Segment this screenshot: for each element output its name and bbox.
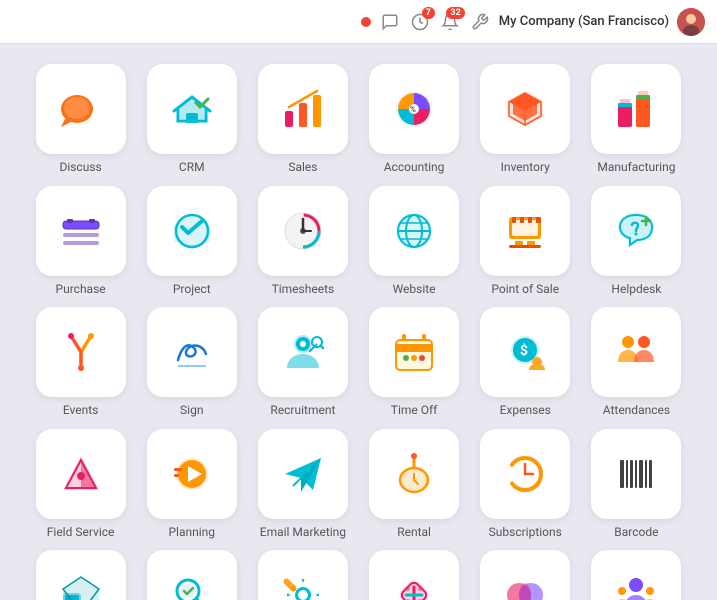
app-inventory-label: Inventory [501,160,550,176]
app-attendances-label: Attendances [603,403,670,419]
app-events[interactable]: Events [30,307,131,419]
app-expenses[interactable]: $ Expenses [475,307,576,419]
app-shopfloor[interactable]: Shop Floor [30,550,131,600]
app-fieldservice[interactable]: Field Service [30,429,131,541]
app-pos-label: Point of Sale [491,282,559,298]
app-timeoff-label: Time Off [391,403,438,419]
status-dot [361,17,371,27]
app-barcode-label: Barcode [614,525,658,541]
app-emailmarketing-label: Email Marketing [260,525,346,541]
app-subscriptions-label: Subscriptions [489,525,562,541]
app-pos[interactable]: Point of Sale [475,186,576,298]
app-inventory[interactable]: Inventory [475,64,576,176]
svg-text:%: % [410,105,416,114]
app-manufacturing-label: Manufacturing [597,160,675,176]
app-crm-label: CRM [179,160,205,176]
app-recruitment-label: Recruitment [270,403,335,419]
app-employees[interactable]: Employees [586,550,687,600]
app-purchase-label: Purchase [56,282,106,298]
app-sign[interactable]: Sign [141,307,242,419]
app-helpdesk[interactable]: Helpdesk [586,186,687,298]
app-timesheets-label: Timesheets [272,282,335,298]
company-name[interactable]: My Company (San Francisco) [499,14,669,29]
app-quality[interactable]: Quality [141,550,242,600]
user-avatar[interactable] [677,8,705,36]
app-accounting[interactable]: % Accounting [363,64,464,176]
apps-grid: Discuss CRM Sales [0,44,717,600]
app-project-label: Project [173,282,211,298]
app-timeoff[interactable]: Time Off [363,307,464,419]
svg-text:$: $ [520,342,528,359]
app-plm[interactable]: PLM [475,550,576,600]
app-project[interactable]: Project [141,186,242,298]
app-repairs[interactable]: Repairs [363,550,464,600]
app-attendances[interactable]: Attendances [586,307,687,419]
app-sales-label: Sales [288,160,317,176]
app-crm[interactable]: CRM [141,64,242,176]
chat-icon[interactable] [379,11,401,33]
app-events-label: Events [63,403,99,419]
app-barcode[interactable]: Barcode [586,429,687,541]
settings-icon[interactable] [469,11,491,33]
app-helpdesk-label: Helpdesk [611,282,661,298]
app-sales[interactable]: Sales [252,64,353,176]
notification-icon[interactable]: 32 [439,11,461,33]
app-rental-label: Rental [397,525,431,541]
app-subscriptions[interactable]: Subscriptions [475,429,576,541]
app-discuss-label: Discuss [59,160,101,176]
app-emailmarketing[interactable]: Email Marketing [252,429,353,541]
notification-badge: 32 [446,7,464,19]
app-purchase[interactable]: Purchase [30,186,131,298]
app-recruitment[interactable]: Recruitment [252,307,353,419]
app-timesheets[interactable]: Timesheets [252,186,353,298]
app-sign-label: Sign [180,403,203,419]
activity-icon[interactable]: 7 [409,11,431,33]
app-expenses-label: Expenses [500,403,551,419]
topbar: 7 32 My Company (San Francisco) [0,0,717,44]
app-website-label: Website [393,282,436,298]
app-website[interactable]: Website [363,186,464,298]
app-discuss[interactable]: Discuss [30,64,131,176]
app-planning-label: Planning [168,525,215,541]
app-fieldservice-label: Field Service [47,525,115,541]
app-planning[interactable]: Planning [141,429,242,541]
app-accounting-label: Accounting [384,160,445,176]
app-maintenance[interactable]: Maintenance [252,550,353,600]
app-rental[interactable]: Rental [363,429,464,541]
activity-badge: 7 [422,7,435,19]
app-manufacturing[interactable]: Manufacturing [586,64,687,176]
